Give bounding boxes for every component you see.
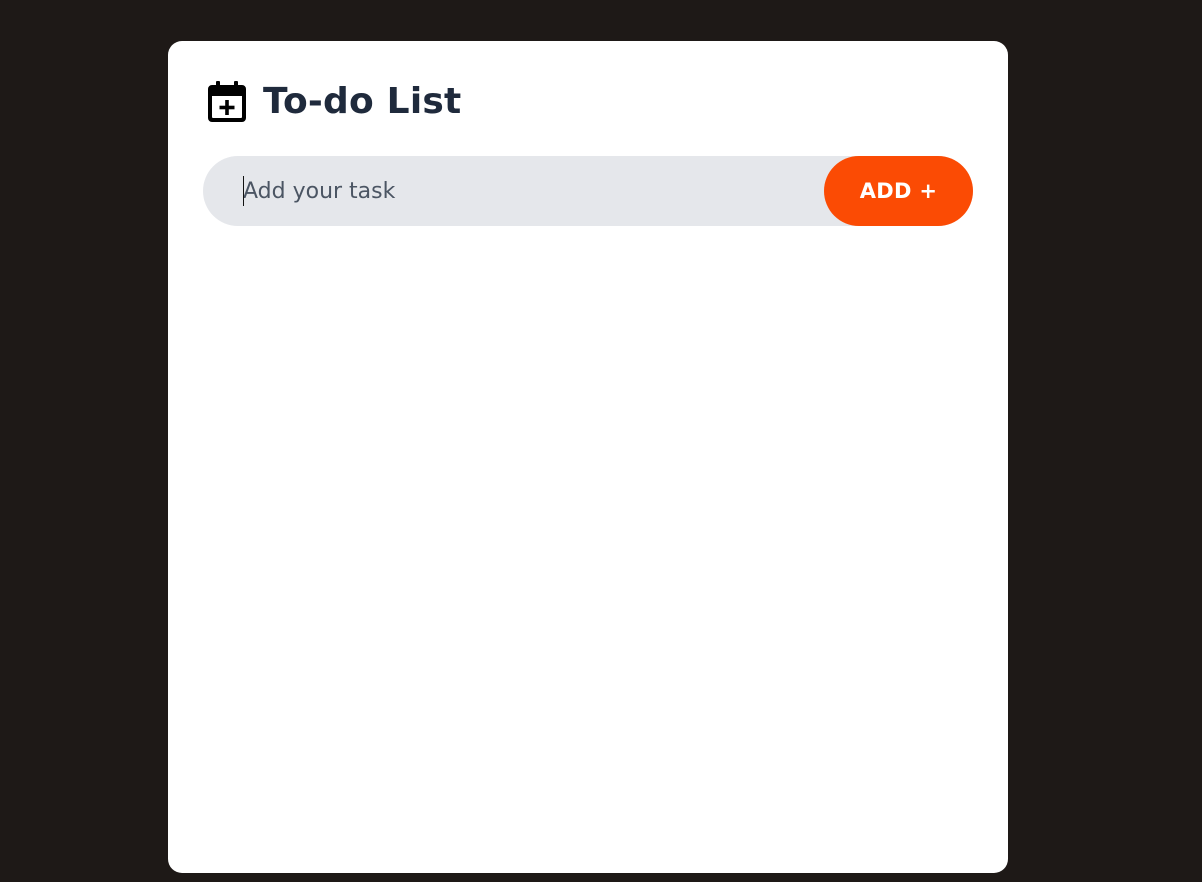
calendar-plus-icon <box>207 81 247 123</box>
card-header: To-do List <box>207 79 461 125</box>
task-list <box>203 246 973 846</box>
text-caret <box>243 176 244 206</box>
task-input-row: ADD + <box>203 156 973 226</box>
todo-card: To-do List ADD + <box>168 41 1008 873</box>
page-background: To-do List ADD + <box>0 0 1202 882</box>
task-input[interactable] <box>243 156 803 226</box>
page-title: To-do List <box>263 81 462 122</box>
add-task-button[interactable]: ADD + <box>824 156 973 226</box>
